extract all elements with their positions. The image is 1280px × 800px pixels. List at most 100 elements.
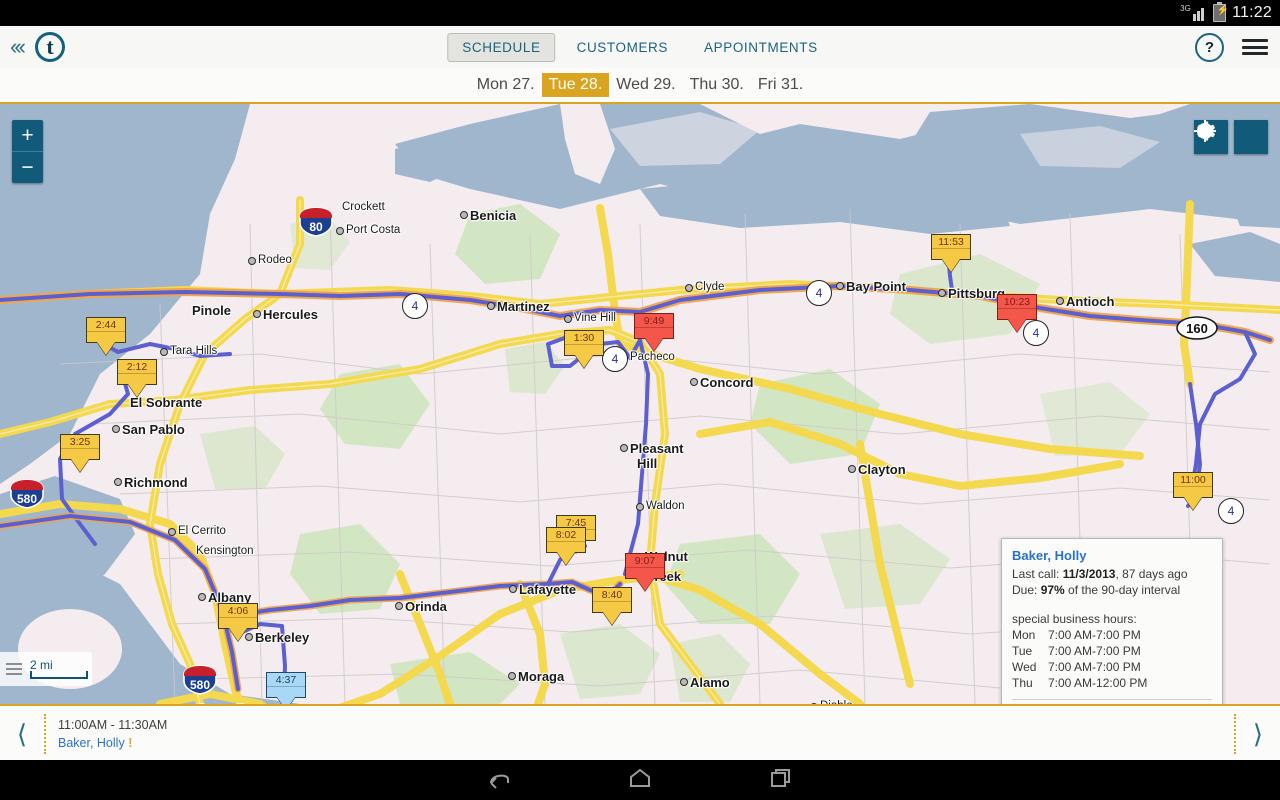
popup-last-call-ago: , 87 days ago bbox=[1115, 567, 1188, 581]
back-glyph bbox=[490, 774, 509, 789]
android-recents-icon[interactable] bbox=[766, 766, 794, 795]
popup-hours-range: 7:00 AM-7:00 PM bbox=[1048, 660, 1141, 674]
map-pin-body: 9:49 bbox=[634, 313, 674, 339]
map-place-dot bbox=[680, 678, 688, 686]
date-wed-29[interactable]: Wed 29. bbox=[609, 73, 682, 97]
map-pin-body: 11:00 bbox=[1173, 472, 1213, 498]
popup-due-rest: of the 90-day interval bbox=[1064, 583, 1181, 597]
map-pin[interactable]: 10:23 bbox=[997, 294, 1037, 333]
svg-text:580: 580 bbox=[190, 678, 210, 692]
route-direction-node: 4 bbox=[402, 293, 428, 319]
map-pin[interactable]: 8:02 bbox=[546, 527, 586, 566]
chevron-left-icon[interactable]: ⟨ bbox=[0, 721, 44, 747]
date-mon-27[interactable]: Mon 27. bbox=[470, 73, 542, 97]
map-pin[interactable]: 2:44 bbox=[86, 317, 126, 356]
map-place-dot bbox=[253, 310, 261, 318]
map-place-dot bbox=[336, 227, 344, 235]
interstate-shield-glyph: 80 bbox=[299, 207, 333, 237]
chevron-right-icon[interactable]: ⟩ bbox=[1236, 721, 1280, 747]
map-pin[interactable]: 4:37 bbox=[266, 672, 306, 704]
map-pin-body: 11:53 bbox=[931, 234, 971, 260]
scale-label: 2 mi bbox=[30, 658, 53, 672]
map-scale-bar: 2 mi bbox=[0, 652, 92, 686]
map-tool-buttons bbox=[1194, 120, 1268, 154]
route-direction-node: 4 bbox=[602, 346, 628, 372]
state-route-shield-glyph: 160 bbox=[1176, 316, 1218, 340]
map-place-dot bbox=[508, 672, 516, 680]
app-logo[interactable]: t bbox=[34, 32, 65, 62]
appointment-time: 11:00AM - 11:30AM bbox=[58, 718, 168, 732]
map-pin[interactable]: 4:06 bbox=[218, 603, 258, 642]
interstate-shield-glyph: 580 bbox=[183, 665, 217, 695]
popup-hours-range: 7:00 AM-12:00 PM bbox=[1048, 676, 1148, 690]
map-pin[interactable]: 1:30 bbox=[564, 330, 604, 369]
map-pin-tip bbox=[603, 612, 621, 625]
popup-customer-name[interactable]: Baker, Holly bbox=[1012, 548, 1212, 564]
android-home-icon[interactable] bbox=[626, 766, 654, 795]
date-thu-30[interactable]: Thu 30. bbox=[683, 73, 751, 97]
double-chevron-left-icon[interactable]: ‹‹‹ bbox=[10, 36, 26, 58]
popup-last-call-label: Last call: bbox=[1012, 567, 1063, 581]
android-nav-bar bbox=[0, 760, 1280, 800]
map-pin-tip bbox=[1008, 319, 1026, 332]
map-pin-time: 3:25 bbox=[69, 436, 91, 448]
appointment-customer[interactable]: Baker, Holly ! bbox=[58, 734, 1234, 752]
popup-hours-row: Tue 7:00 AM-7:00 PM bbox=[1012, 643, 1212, 659]
map-pin-time: 4:06 bbox=[227, 605, 249, 617]
map-pin[interactable]: 9:49 bbox=[634, 313, 674, 352]
hamburger-menu-icon[interactable] bbox=[1242, 36, 1268, 59]
android-back-icon[interactable] bbox=[486, 766, 514, 795]
map-pin[interactable]: 11:00 bbox=[1173, 472, 1213, 511]
map-pin[interactable]: 11:53 bbox=[931, 234, 971, 273]
map-pin-body: 8:02 bbox=[546, 527, 586, 553]
map-zoom-controls[interactable]: + − bbox=[12, 120, 43, 183]
map-place-dot bbox=[1056, 297, 1064, 305]
popup-hours-row: Thu 7:00 AM-12:00 PM bbox=[1012, 675, 1212, 691]
popup-divider bbox=[1012, 699, 1212, 700]
battery-charging-icon: ⚡ bbox=[1213, 1, 1229, 22]
map-pin[interactable]: 8:40 bbox=[592, 587, 632, 626]
map-pin-tip bbox=[277, 697, 295, 704]
map-pin-body: 2:12 bbox=[117, 359, 157, 385]
svg-text:580: 580 bbox=[17, 492, 37, 506]
map-pin-body: 3:25 bbox=[60, 434, 100, 460]
map-place-dot bbox=[636, 503, 644, 511]
map-place-dot bbox=[690, 378, 698, 386]
tab-customers[interactable]: CUSTOMERS bbox=[562, 33, 683, 62]
date-tue-28[interactable]: Tue 28. bbox=[541, 73, 610, 97]
map-pin-time: 11:00 bbox=[1180, 474, 1206, 486]
map-pin-tip bbox=[128, 384, 146, 397]
map-canvas[interactable]: Crockett Benicia Port Costa Rodeo Clyde Bay P… bbox=[0, 104, 1280, 704]
map-pin-time: 8:02 bbox=[555, 529, 577, 541]
map-place-dot bbox=[395, 602, 403, 610]
recents-glyph bbox=[771, 768, 790, 787]
scale-line bbox=[30, 671, 88, 679]
map-pin-body: 8:40 bbox=[592, 587, 632, 613]
zoom-out-button[interactable]: − bbox=[12, 151, 43, 183]
tab-appointments[interactable]: APPOINTMENTS bbox=[689, 33, 833, 62]
map-pin[interactable]: 2:12 bbox=[117, 359, 157, 398]
map-place-dot bbox=[248, 257, 256, 265]
map-pin-body: 1:30 bbox=[564, 330, 604, 356]
tab-schedule[interactable]: SCHEDULE bbox=[447, 32, 556, 62]
map-place-dot bbox=[564, 315, 572, 323]
popup-hours-day: Thu bbox=[1012, 676, 1033, 690]
date-fri-31[interactable]: Fri 31. bbox=[751, 73, 810, 97]
zoom-in-button[interactable]: + bbox=[12, 120, 43, 151]
gear-icon[interactable] bbox=[1197, 120, 1268, 154]
map-place-dot bbox=[168, 528, 176, 536]
map-pin-tip bbox=[229, 628, 247, 641]
appointment-bar: ⟨ 11:00AM - 11:30AM Baker, Holly ! ⟩ bbox=[0, 704, 1280, 762]
map-pin-tip bbox=[575, 355, 593, 368]
appointment-entry[interactable]: 11:00AM - 11:30AM Baker, Holly ! bbox=[46, 716, 1234, 752]
home-glyph bbox=[630, 768, 650, 787]
popup-hours-row: Wed 7:00 AM-7:00 PM bbox=[1012, 659, 1212, 675]
popup-hours-list: Mon 7:00 AM-7:00 PM Tue 7:00 AM-7:00 PM Wed 7… bbox=[1012, 627, 1212, 691]
app-header: ‹‹‹ t SCHEDULE CUSTOMERS APPOINTMENTS ? bbox=[0, 26, 1280, 69]
help-question-icon[interactable]: ? bbox=[1195, 32, 1224, 62]
popup-hours-title: special business hours: bbox=[1012, 612, 1137, 626]
map-pin[interactable]: 3:25 bbox=[60, 434, 100, 473]
popup-hours-row: Mon 7:00 AM-7:00 PM bbox=[1012, 627, 1212, 643]
gear-glyph bbox=[1197, 121, 1216, 141]
map-place-dot bbox=[685, 284, 693, 292]
